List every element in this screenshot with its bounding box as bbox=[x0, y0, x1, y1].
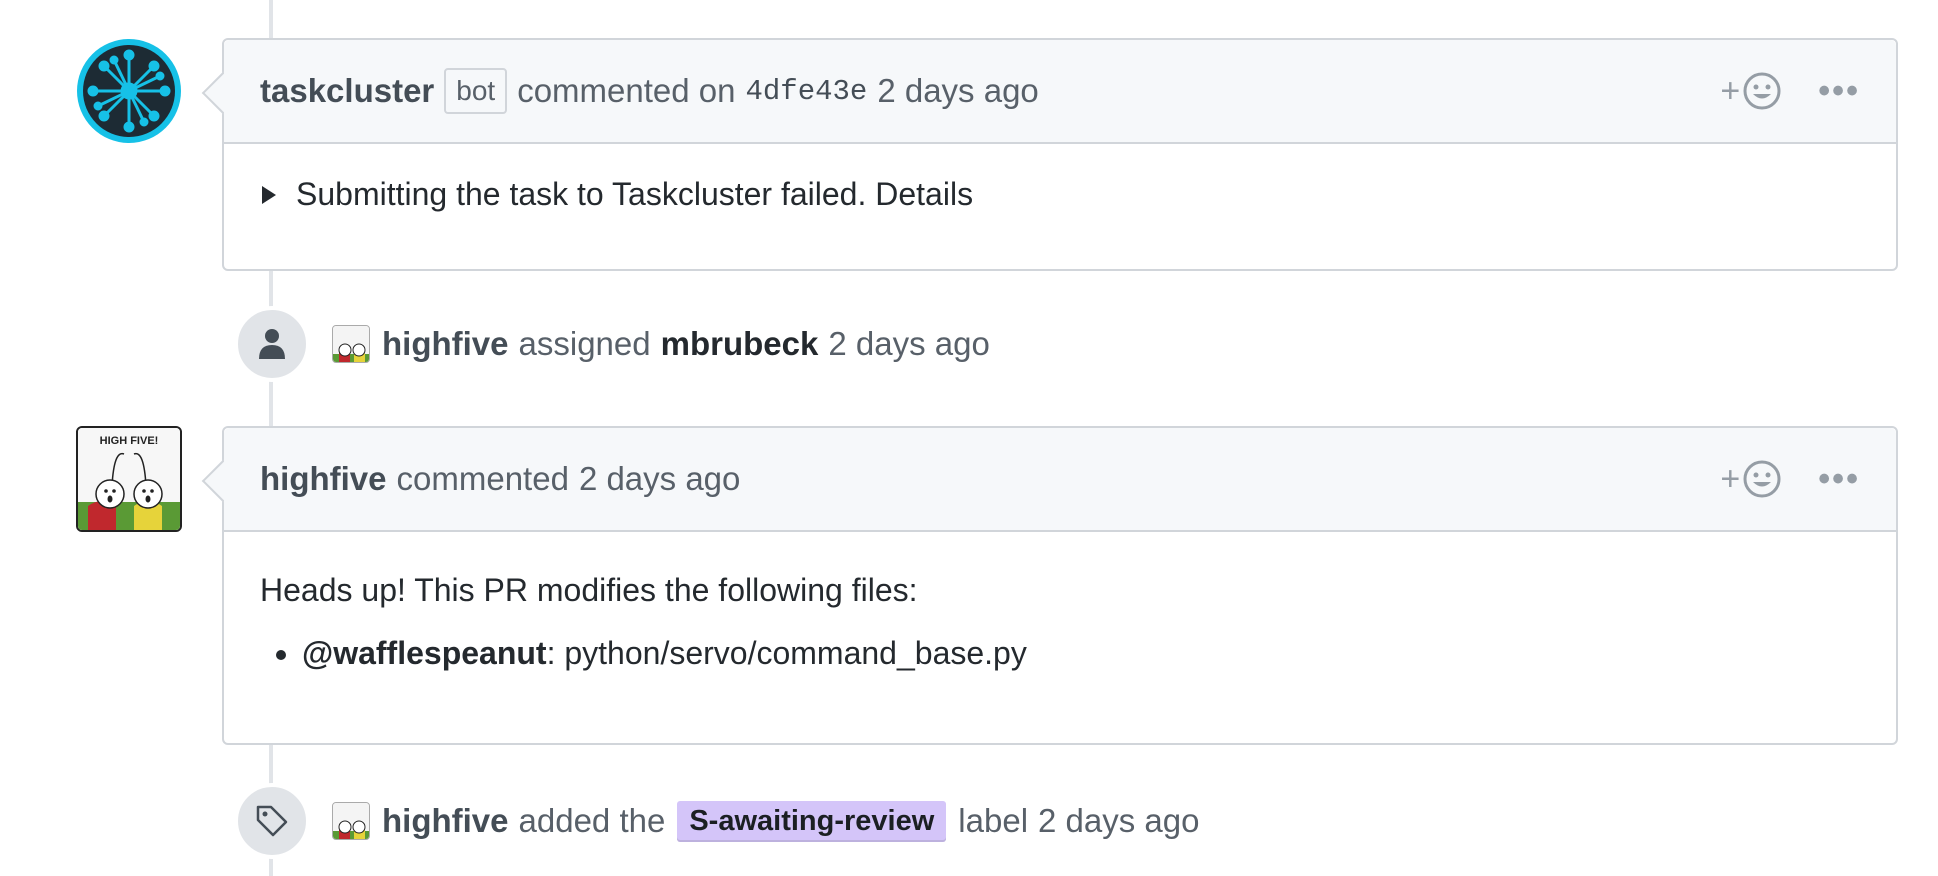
commit-link[interactable]: 4dfe43e bbox=[746, 75, 868, 108]
plus-icon: + bbox=[1720, 459, 1741, 498]
comment-body-intro: Heads up! This PR modifies the following… bbox=[260, 572, 918, 608]
add-reaction-button[interactable]: + bbox=[1720, 71, 1782, 111]
highfive-avatar-image: HIGH FIVE! bbox=[78, 428, 180, 530]
smiley-icon bbox=[1743, 460, 1781, 498]
label-event: highfive added the S-awaiting-review lab… bbox=[234, 783, 1200, 859]
comment-body: Heads up! This PR modifies the following… bbox=[224, 532, 1896, 702]
event-actor[interactable]: highfive bbox=[382, 325, 509, 363]
highfive-avatar[interactable]: HIGH FIVE! bbox=[76, 426, 182, 532]
comment-highfive: highfive commented 2 days ago + ••• Head… bbox=[201, 426, 1898, 745]
comment-header: taskcluster bot commented on 4dfe43e 2 d… bbox=[224, 40, 1896, 144]
label-s-awaiting-review[interactable]: S-awaiting-review bbox=[677, 800, 947, 842]
event-actor[interactable]: highfive bbox=[382, 802, 509, 840]
file-list: @wafflespeanut: python/servo/command_bas… bbox=[260, 635, 1860, 672]
file-list-item: @wafflespeanut: python/servo/command_bas… bbox=[302, 635, 1860, 672]
more-options-kebab-icon[interactable]: ••• bbox=[1818, 72, 1860, 111]
tag-icon bbox=[256, 805, 288, 837]
plus-icon: + bbox=[1720, 71, 1741, 110]
taskcluster-avatar[interactable] bbox=[76, 38, 182, 144]
smiley-icon bbox=[1743, 72, 1781, 110]
add-reaction-button[interactable]: + bbox=[1720, 459, 1782, 499]
comment-author[interactable]: highfive bbox=[260, 460, 387, 498]
highfive-mini-avatar[interactable] bbox=[332, 802, 370, 840]
details-summary-text: Submitting the task to Taskcluster faile… bbox=[296, 176, 974, 212]
event-action: assigned bbox=[518, 325, 651, 362]
event-suffix: label bbox=[958, 802, 1029, 839]
file-owner-mention[interactable]: @wafflespeanut bbox=[302, 635, 547, 671]
event-time[interactable]: 2 days ago bbox=[828, 325, 989, 363]
taskcluster-logo-icon bbox=[77, 39, 181, 143]
highfive-avatar-icon bbox=[333, 326, 369, 362]
assigned-event: highfive assigned mbrubeck 2 days ago bbox=[234, 306, 990, 382]
highfive-mini-avatar[interactable] bbox=[332, 325, 370, 363]
highfive-avatar-icon bbox=[333, 803, 369, 839]
comment-action: commented on bbox=[517, 72, 736, 109]
comment-actions: + ••• bbox=[1720, 428, 1860, 530]
details-summary[interactable]: Submitting the task to Taskcluster faile… bbox=[260, 176, 1860, 213]
comment-actions: + ••• bbox=[1720, 40, 1860, 142]
triangle-right-icon bbox=[262, 185, 276, 204]
file-separator: : bbox=[546, 635, 556, 671]
comment-action: commented bbox=[396, 460, 569, 497]
comment-taskcluster: taskcluster bot commented on 4dfe43e 2 d… bbox=[201, 38, 1898, 271]
event-time[interactable]: 2 days ago bbox=[1038, 802, 1199, 840]
avatar-caption: HIGH FIVE! bbox=[100, 435, 159, 447]
bot-badge: bot bbox=[444, 68, 508, 114]
event-action: added the bbox=[518, 802, 666, 839]
person-icon-badge bbox=[234, 306, 310, 382]
file-path: python/servo/command_base.py bbox=[564, 635, 1027, 671]
tag-icon-badge bbox=[234, 783, 310, 859]
comment-author[interactable]: taskcluster bbox=[260, 72, 434, 110]
assignee-link[interactable]: mbrubeck bbox=[661, 325, 819, 363]
comment-body: Submitting the task to Taskcluster faile… bbox=[224, 144, 1896, 243]
comment-time[interactable]: 2 days ago bbox=[877, 72, 1038, 110]
more-options-kebab-icon[interactable]: ••• bbox=[1818, 460, 1860, 499]
comment-header: highfive commented 2 days ago + ••• bbox=[224, 428, 1896, 532]
person-icon bbox=[259, 329, 285, 359]
comment-time[interactable]: 2 days ago bbox=[579, 460, 740, 498]
